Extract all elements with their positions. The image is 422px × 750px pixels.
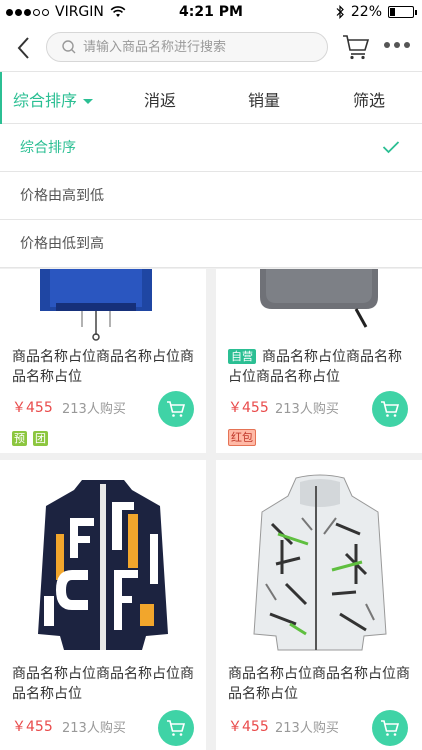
cart-icon [167, 401, 186, 417]
title-text: 商品名称占位商品名称占位商品名称占位 [12, 666, 194, 702]
sort-accent-bar [0, 72, 2, 124]
tab-label: 销量 [248, 91, 281, 110]
search-input[interactable] [83, 33, 319, 61]
promo-tags: 预 团 [12, 431, 48, 446]
sort-dropdown: 综合排序 价格由高到低 价格由低到高 [0, 124, 422, 268]
add-to-cart-button[interactable] [158, 710, 194, 746]
add-to-cart-button[interactable] [372, 710, 408, 746]
sold-count: 213人购买 [62, 721, 126, 736]
tab-filter[interactable]: 筛选 [353, 87, 385, 111]
product-price: ￥455 [12, 719, 53, 735]
product-card[interactable]: 商品名称占位商品名称占位商品名称占位 ￥455 213人购买 [0, 460, 206, 750]
product-title[interactable]: 商品名称占位商品名称占位商品名称占位 [12, 664, 196, 704]
tab-rebate[interactable]: 消返 [144, 87, 176, 111]
sold-count: 213人购买 [275, 721, 339, 736]
check-icon [382, 141, 400, 154]
option-label: 综合排序 [20, 140, 76, 156]
status-bar: VIRGIN 4:21 PM 22% [0, 0, 422, 24]
bluetooth-icon [336, 5, 344, 19]
sold-count: 213人购买 [275, 402, 339, 417]
option-label: 价格由高到低 [20, 188, 104, 204]
sort-option-price-asc[interactable]: 价格由低到高 [0, 220, 422, 268]
product-price: ￥455 [12, 400, 53, 416]
product-title[interactable]: 商品名称占位商品名称占位商品名称占位 [12, 347, 196, 387]
product-card[interactable]: 商品名称占位商品名称占位商品名称占位 ￥455 213人购买 [216, 460, 422, 750]
cart-icon [167, 720, 186, 736]
option-label: 价格由低到高 [20, 236, 104, 252]
cart-icon [381, 720, 400, 736]
search-icon [62, 40, 76, 54]
tab-label: 筛选 [353, 91, 386, 110]
title-text: 商品名称占位商品名称占位商品名称占位 [228, 666, 410, 702]
product-title[interactable]: 商品名称占位商品名称占位商品名称占位 [228, 664, 412, 704]
add-to-cart-button[interactable] [158, 391, 194, 427]
nav-bar [0, 24, 422, 72]
add-to-cart-button[interactable] [372, 391, 408, 427]
status-right: 22% [335, 4, 417, 20]
sort-option-comprehensive[interactable]: 综合排序 [0, 124, 422, 172]
tab-comprehensive[interactable]: 综合排序 [13, 87, 94, 111]
cart-icon [381, 401, 400, 417]
presale-tag: 预 [12, 431, 27, 446]
red-packet-tag: 红包 [228, 429, 256, 446]
sort-bar: 综合排序 消返 销量 筛选 [0, 72, 422, 124]
group-buy-tag: 团 [33, 431, 48, 446]
sold-count: 213人购买 [62, 402, 126, 417]
more-icon[interactable] [384, 42, 410, 48]
product-image-blue-jacket [40, 269, 152, 341]
tab-label: 综合排序 [13, 91, 78, 110]
product-title[interactable]: 自营 商品名称占位商品名称占位商品名称占位 [228, 347, 412, 387]
search-bar[interactable] [46, 32, 328, 62]
product-card[interactable]: 商品名称占位商品名称占位商品名称占位 ￥455 213人购买 预 团 [0, 269, 206, 453]
tab-label: 消返 [144, 91, 177, 110]
product-image-grey-backpack [260, 269, 378, 328]
tab-sales[interactable]: 销量 [248, 87, 280, 111]
product-price: ￥455 [228, 719, 269, 735]
back-chevron-icon[interactable] [12, 34, 36, 62]
product-card[interactable]: 自营 商品名称占位商品名称占位商品名称占位 ￥455 213人购买 红包 [216, 269, 422, 453]
product-image-letter-jacket [38, 480, 168, 650]
battery-percent: 22% [350, 4, 382, 20]
cart-icon[interactable] [342, 34, 370, 60]
battery-icon [388, 6, 417, 18]
product-price: ￥455 [228, 400, 269, 416]
sort-option-price-desc[interactable]: 价格由高到低 [0, 172, 422, 220]
product-image-graffiti-jacket [253, 474, 387, 651]
promo-tags: 红包 [228, 429, 256, 446]
self-run-badge: 自营 [228, 349, 256, 364]
caret-down-icon [83, 99, 94, 104]
title-text: 商品名称占位商品名称占位商品名称占位 [12, 349, 194, 385]
